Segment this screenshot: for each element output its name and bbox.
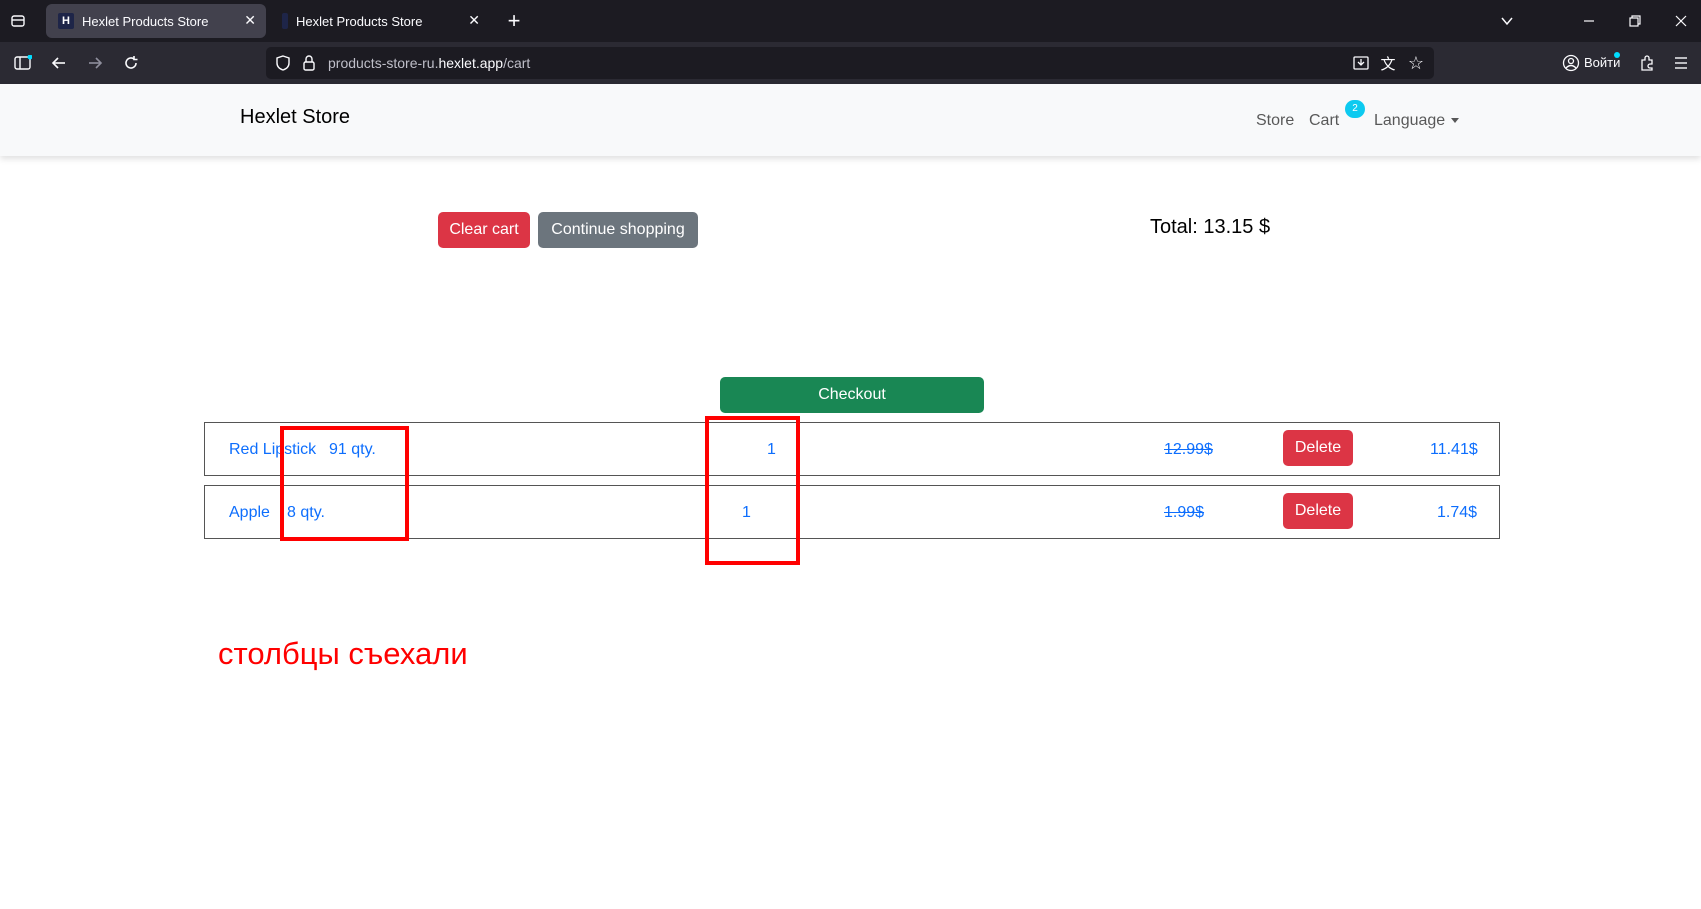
tab-title: Hexlet Products Store: [296, 13, 423, 29]
url-text: products-store-ru.hexlet.app/cart: [328, 55, 531, 71]
cart-count-badge: 2: [1345, 100, 1365, 118]
shield-icon[interactable]: [274, 54, 292, 72]
nav-cart-link[interactable]: Cart: [1309, 112, 1339, 130]
hexlet-favicon-icon: [282, 13, 288, 29]
product-old-price: 1.99$: [1164, 504, 1205, 521]
close-tab-icon[interactable]: ✕: [468, 12, 480, 29]
clear-cart-button[interactable]: Clear cart: [438, 212, 530, 248]
product-price: 11.41$: [1430, 441, 1478, 458]
annotation-box-quantity-column: [705, 416, 800, 565]
product-old-price: 12.99$: [1164, 441, 1213, 458]
checkout-button[interactable]: Checkout: [720, 377, 984, 413]
browser-tab-bar: H Hexlet Products Store ✕ Hexlet Product…: [0, 0, 1701, 42]
product-price: 1.74$: [1437, 504, 1478, 521]
translate-icon[interactable]: 文: [1378, 53, 1398, 73]
new-tab-icon[interactable]: +: [503, 8, 525, 33]
delete-button[interactable]: Delete: [1283, 430, 1353, 466]
lock-icon[interactable]: [300, 54, 318, 72]
tab-hexlet-store-1[interactable]: H Hexlet Products Store ✕: [46, 4, 266, 38]
reload-icon[interactable]: [120, 52, 142, 74]
site-navbar: Hexlet Store Store Cart 2 Language: [0, 84, 1701, 156]
extensions-icon[interactable]: [1636, 52, 1658, 74]
sign-in-dot: [1614, 52, 1620, 58]
tab-hexlet-store-2[interactable]: Hexlet Products Store ✕: [270, 4, 490, 38]
language-label: Language: [1374, 112, 1446, 129]
minimize-icon[interactable]: [1578, 10, 1600, 32]
url-bar[interactable]: products-store-ru.hexlet.app/cart 文 ☆: [266, 47, 1434, 79]
back-icon[interactable]: [48, 52, 70, 74]
nav-store-link[interactable]: Store: [1256, 112, 1294, 130]
delete-button[interactable]: Delete: [1283, 493, 1353, 529]
cart-total: Total: 13.15 $: [1150, 216, 1271, 238]
annotation-note: столбцы съехали: [218, 636, 468, 671]
close-icon[interactable]: [1670, 10, 1692, 32]
continue-shopping-button[interactable]: Continue shopping: [538, 212, 698, 248]
dropdown-icon[interactable]: [1496, 10, 1518, 32]
account-icon[interactable]: [1560, 52, 1582, 74]
download-page-icon[interactable]: [1352, 54, 1370, 72]
caret-down-icon: [1451, 118, 1460, 124]
brand-link[interactable]: Hexlet Store: [240, 106, 350, 129]
hexlet-favicon-icon: H: [58, 13, 74, 29]
tab-list-icon[interactable]: [8, 11, 28, 31]
star-icon[interactable]: ☆: [1406, 53, 1426, 73]
forward-icon[interactable]: [84, 52, 106, 74]
restore-icon[interactable]: [1624, 10, 1646, 32]
close-tab-icon[interactable]: ✕: [244, 12, 256, 29]
menu-icon[interactable]: [1670, 52, 1692, 74]
product-name-link[interactable]: Apple: [229, 504, 270, 522]
sidebar-icon[interactable]: [12, 52, 34, 74]
annotation-box-stock-column: [280, 426, 409, 541]
tab-title: Hexlet Products Store: [82, 13, 209, 29]
language-dropdown[interactable]: Language: [1374, 112, 1460, 130]
